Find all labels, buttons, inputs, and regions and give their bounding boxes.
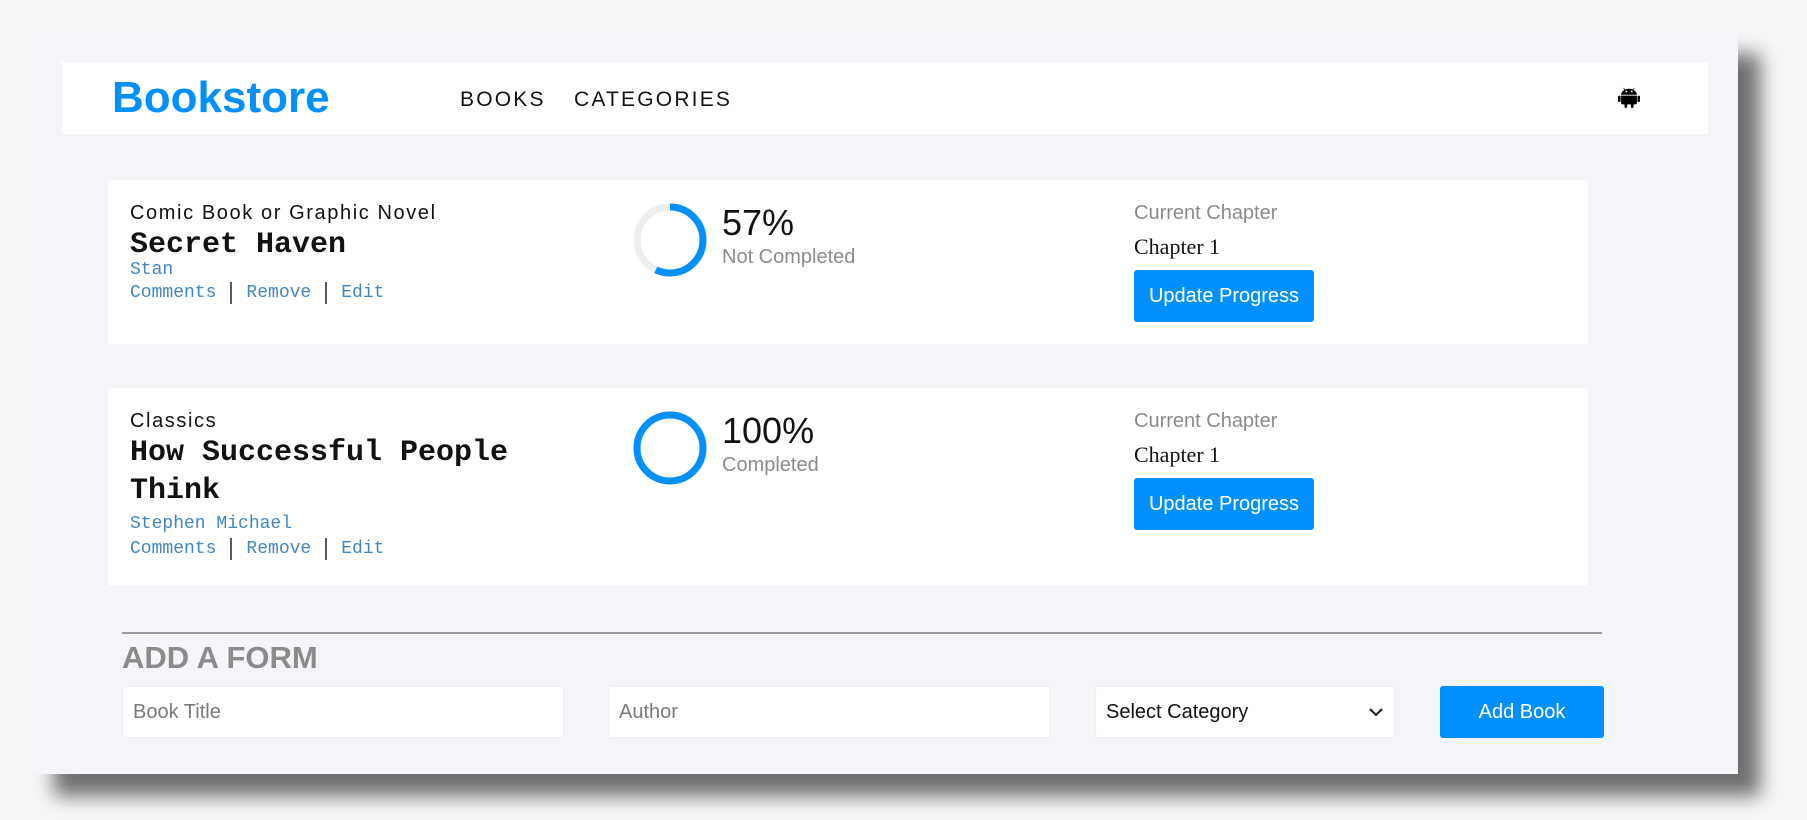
progress-ring	[633, 203, 707, 277]
logo[interactable]: Bookstore	[112, 72, 330, 124]
edit-button[interactable]: Edit	[341, 539, 384, 559]
nav-link-books[interactable]: BOOKS	[460, 88, 546, 112]
book-actions: Comments Remove Edit	[130, 538, 384, 560]
current-chapter-label: Current Chapter	[1134, 202, 1278, 224]
book-title-input[interactable]	[122, 686, 564, 738]
progress-ring-fill	[633, 411, 707, 485]
author-input[interactable]	[608, 686, 1050, 738]
user-icon[interactable]	[1618, 86, 1640, 108]
book-title: Secret Haven	[130, 228, 347, 262]
book-author[interactable]: Stan	[130, 260, 173, 280]
remove-button[interactable]: Remove	[246, 539, 311, 559]
divider	[230, 538, 233, 560]
chevron-down-icon	[1369, 708, 1383, 717]
form-heading: ADD A FORM	[122, 640, 318, 675]
book-title: How Successful People Think	[130, 436, 509, 508]
progress-percent: 100%	[722, 410, 815, 451]
book-card: Classics How Successful People Think Ste…	[108, 388, 1588, 586]
add-book-button[interactable]: Add Book	[1440, 686, 1604, 738]
update-progress-button[interactable]: Update Progress	[1134, 270, 1314, 322]
divider	[325, 538, 328, 560]
remove-button[interactable]: Remove	[246, 283, 311, 303]
book-genre: Comic Book or Graphic Novel	[130, 202, 437, 224]
progress-status: Completed	[722, 454, 819, 476]
progress-percent: 57%	[722, 202, 795, 243]
comments-button[interactable]: Comments	[130, 539, 216, 559]
category-select-value: Select Category	[1106, 700, 1249, 723]
form-divider	[122, 632, 1602, 634]
book-card: Comic Book or Graphic Novel Secret Haven…	[108, 180, 1588, 344]
navbar: Bookstore BOOKS CATEGORIES	[62, 62, 1708, 134]
app-container: Bookstore BOOKS CATEGORIES Comic Book or…	[32, 32, 1738, 774]
current-chapter-value: Chapter 1	[1134, 442, 1221, 467]
book-author[interactable]: Stephen Michael	[130, 514, 292, 534]
current-chapter-label: Current Chapter	[1134, 410, 1278, 432]
divider	[325, 282, 328, 304]
progress-status: Not Completed	[722, 246, 856, 268]
book-actions: Comments Remove Edit	[130, 282, 384, 304]
book-genre: Classics	[130, 410, 218, 432]
category-select[interactable]: Select Category	[1095, 686, 1395, 738]
current-chapter-value: Chapter 1	[1134, 234, 1221, 259]
nav-link-categories[interactable]: CATEGORIES	[574, 88, 732, 112]
progress-ring	[633, 411, 707, 485]
edit-button[interactable]: Edit	[341, 283, 384, 303]
divider	[230, 282, 233, 304]
update-progress-button[interactable]: Update Progress	[1134, 478, 1314, 530]
comments-button[interactable]: Comments	[130, 283, 216, 303]
